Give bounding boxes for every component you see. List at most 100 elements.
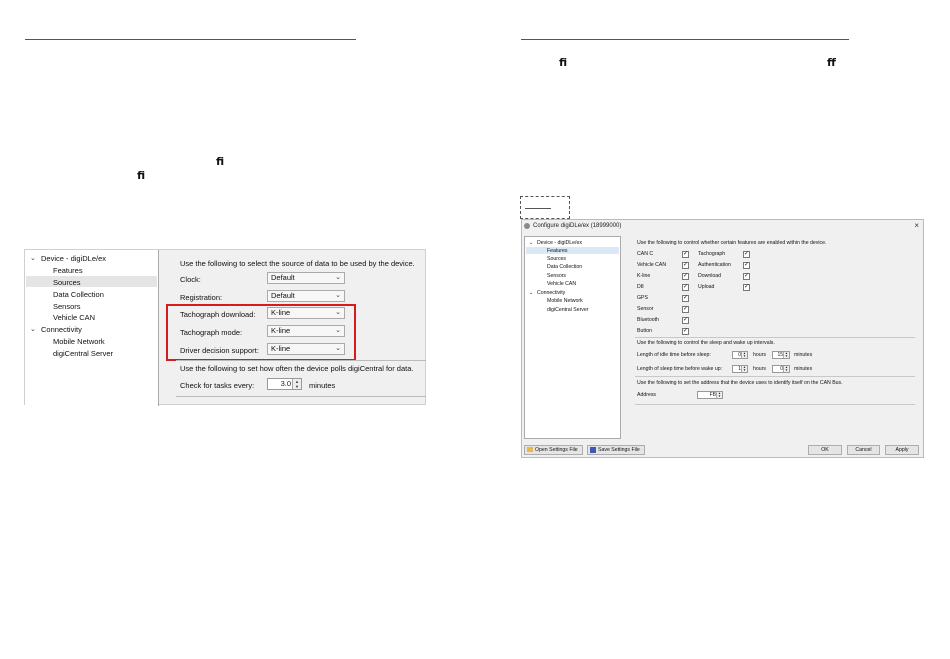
stepper-buttons[interactable]: ▲ ▼ xyxy=(741,366,747,372)
address-stepper[interactable]: FB ▲ ▼ xyxy=(697,391,723,399)
apply-button[interactable]: Apply xyxy=(885,445,919,455)
poll-intro-text: Use the following to set how often the d… xyxy=(180,364,414,373)
tree-item-sensors[interactable]: Sensors xyxy=(547,273,566,279)
cancel-button[interactable]: Cancel xyxy=(847,445,880,455)
idle-hours-stepper[interactable]: 0 ▲ ▼ xyxy=(732,351,748,359)
feature-checkbox[interactable]: ✓ xyxy=(682,273,689,280)
tree-item-mobile-network[interactable]: Mobile Network xyxy=(53,337,105,346)
feature-checkbox[interactable]: ✓ xyxy=(743,284,750,291)
feature-label: GPS xyxy=(637,295,648,301)
separator xyxy=(635,376,915,377)
dropdown-value: Default xyxy=(271,291,295,300)
feature-checkbox[interactable]: ✓ xyxy=(682,328,689,335)
feature-label: CAN C xyxy=(637,251,654,257)
address-label: Address xyxy=(637,392,657,398)
tree-item-label: Sources xyxy=(53,278,81,287)
tree-item-features[interactable]: Features xyxy=(526,247,619,254)
dropdown-value: Default xyxy=(271,273,295,282)
chevron-down-icon: ⌄ xyxy=(335,292,341,299)
feature-checkbox[interactable]: ✓ xyxy=(743,251,750,258)
idle-minutes-stepper[interactable]: 15 ▲ ▼ xyxy=(772,351,790,359)
highlight-box xyxy=(166,304,356,361)
chevron-down-icon[interactable]: ⌄ xyxy=(30,325,36,333)
tree-item-data-collection[interactable]: Data Collection xyxy=(53,290,104,299)
ligature-glyph: ﬁ xyxy=(559,56,568,69)
close-icon[interactable]: × xyxy=(914,221,919,230)
stepper-buttons[interactable]: ▲ ▼ xyxy=(741,352,747,358)
tree-item-connectivity[interactable]: Connectivity xyxy=(41,325,82,334)
registration-label: Registration: xyxy=(180,293,223,302)
sources-intro-text: Use the following to select the source o… xyxy=(180,259,415,268)
settings-tree: ⌄ Device - digiDLe/ex Features Sources D… xyxy=(524,236,621,439)
stepper-buttons[interactable]: ▲ ▼ xyxy=(783,366,789,372)
address-intro-text: Use the following to set the address tha… xyxy=(637,380,843,386)
feature-label: Button xyxy=(637,328,652,334)
chevron-down-icon[interactable]: ⌄ xyxy=(30,254,36,262)
sleep-time-label: Length of sleep time before wake up: xyxy=(637,366,723,372)
right-header-rule xyxy=(521,39,849,40)
idle-time-label: Length of idle time before sleep: xyxy=(637,352,711,358)
check-tasks-stepper[interactable]: 3.0 ▲ ▼ xyxy=(267,378,302,390)
registration-dropdown[interactable]: Default ⌄ xyxy=(267,290,345,302)
clock-label: Clock: xyxy=(180,275,201,284)
ok-button[interactable]: OK xyxy=(808,445,842,455)
feature-checkbox[interactable]: ✓ xyxy=(682,295,689,302)
dialog-title: Configure digiDLe/ex (18999000) xyxy=(533,223,622,229)
feature-label: Tachograph xyxy=(698,251,726,257)
tree-item-features[interactable]: Features xyxy=(53,266,83,275)
tree-item-connectivity[interactable]: Connectivity xyxy=(537,290,565,296)
tree-item-device[interactable]: Device - digiDLe/ex xyxy=(537,240,582,246)
feature-checkbox[interactable]: ✓ xyxy=(682,251,689,258)
feature-label: Vehicle CAN xyxy=(637,262,667,268)
stepper-buttons[interactable]: ▲ ▼ xyxy=(292,379,301,389)
feature-label: Sensor xyxy=(637,306,654,312)
stepper-buttons[interactable]: ▲ ▼ xyxy=(716,392,722,398)
tree-item-label: Features xyxy=(547,248,568,254)
minutes-label: minutes xyxy=(309,381,336,390)
sleep-intro-text: Use the following to control the sleep a… xyxy=(637,340,775,346)
settings-tree: ⌄ Device - digiDLe/ex Features Sources D… xyxy=(25,250,159,406)
stepper-buttons[interactable]: ▲ ▼ xyxy=(783,352,789,358)
tree-item-device[interactable]: Device - digiDLe/ex xyxy=(41,254,106,263)
app-icon xyxy=(524,223,530,229)
feature-label: Upload xyxy=(698,284,715,290)
feature-checkbox[interactable]: ✓ xyxy=(682,284,689,291)
callout-line xyxy=(525,208,551,209)
chevron-down-icon: ⌄ xyxy=(335,274,341,281)
tree-item-data-collection[interactable]: Data Collection xyxy=(547,264,582,270)
button-label: Save Settings File xyxy=(598,447,640,453)
hours-label: hours xyxy=(753,352,766,358)
check-tasks-label: Check for tasks every: xyxy=(180,381,255,390)
hours-label: hours xyxy=(753,366,766,372)
feature-label: K-line xyxy=(637,273,651,279)
feature-checkbox[interactable]: ✓ xyxy=(743,262,750,269)
clock-dropdown[interactable]: Default ⌄ xyxy=(267,272,345,284)
separator xyxy=(176,396,426,397)
save-settings-file-button[interactable]: Save Settings File xyxy=(587,445,645,455)
chevron-down-icon[interactable]: ⌄ xyxy=(529,240,533,246)
feature-label: Authentication xyxy=(698,262,731,268)
tree-item-vehicle-can[interactable]: Vehicle CAN xyxy=(547,281,576,287)
minutes-label: minutes xyxy=(794,366,813,372)
sleep-hours-stepper[interactable]: 1 ▲ ▼ xyxy=(732,365,748,373)
tree-item-sensors[interactable]: Sensors xyxy=(53,302,81,311)
left-header-rule xyxy=(25,39,356,40)
tree-item-mobile-network[interactable]: Mobile Network xyxy=(547,298,583,304)
feature-checkbox[interactable]: ✓ xyxy=(743,273,750,280)
ligature-glyph: ﬁ xyxy=(216,155,225,168)
tree-item-sources[interactable]: Sources xyxy=(26,276,157,287)
tree-item-digicentral-server[interactable]: digiCentral Server xyxy=(547,307,589,313)
feature-label: D8 xyxy=(637,284,644,290)
open-settings-file-button[interactable]: Open Settings File xyxy=(524,445,583,455)
chevron-down-icon[interactable]: ⌄ xyxy=(529,290,533,296)
feature-checkbox[interactable]: ✓ xyxy=(682,262,689,269)
sources-settings-screenshot: ⌄ Device - digiDLe/ex Features Sources D… xyxy=(24,249,426,406)
feature-checkbox[interactable]: ✓ xyxy=(682,317,689,324)
tree-item-vehicle-can[interactable]: Vehicle CAN xyxy=(53,313,95,322)
feature-label: Bluetooth xyxy=(637,317,659,323)
sleep-minutes-stepper[interactable]: 0 ▲ ▼ xyxy=(772,365,790,373)
feature-checkbox[interactable]: ✓ xyxy=(682,306,689,313)
tree-item-digicentral-server[interactable]: digiCentral Server xyxy=(53,349,113,358)
tree-item-sources[interactable]: Sources xyxy=(547,256,566,262)
save-icon xyxy=(590,446,596,453)
